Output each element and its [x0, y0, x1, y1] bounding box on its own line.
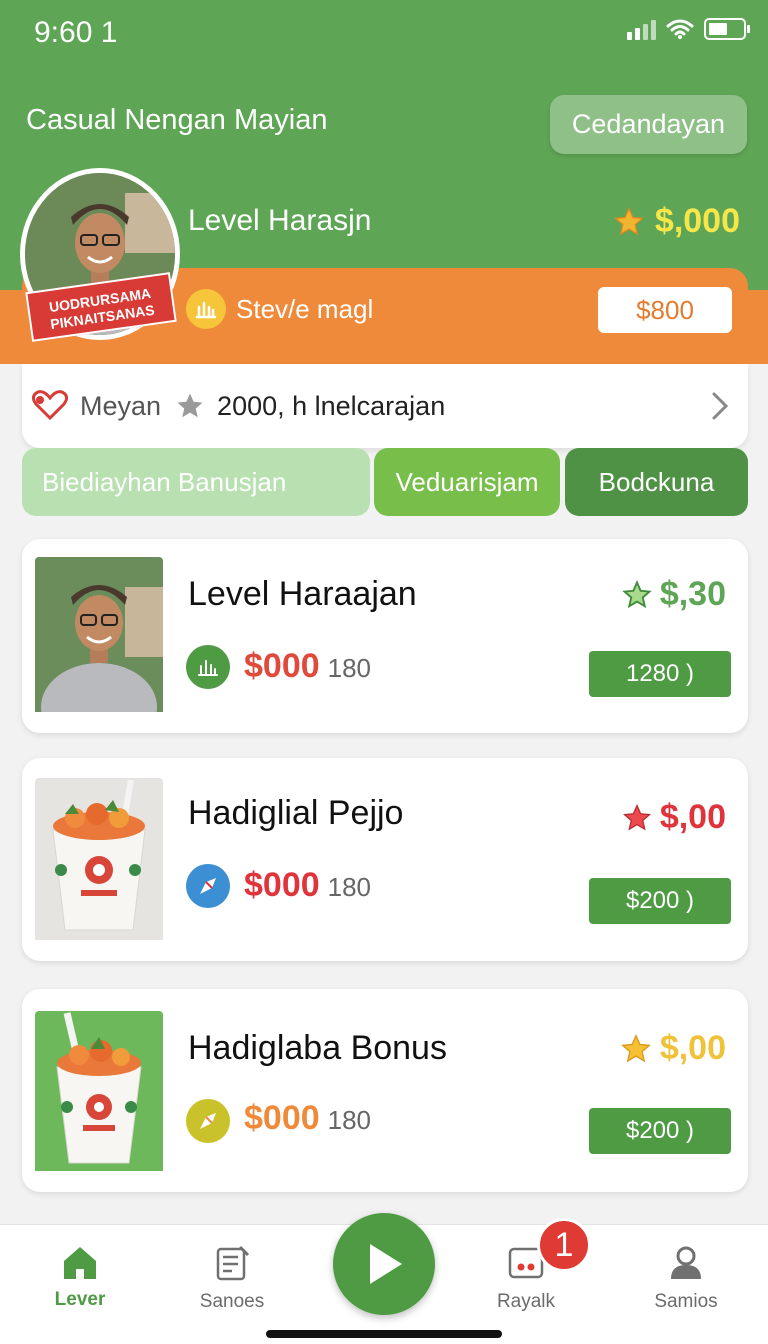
- coin-icon: [186, 289, 226, 329]
- card-qty: 180: [327, 872, 372, 902]
- nav-scores[interactable]: Sanoes: [172, 1243, 292, 1313]
- nav-account[interactable]: Samios: [626, 1243, 746, 1313]
- scores-icon: [216, 1245, 250, 1281]
- signal-icon: [627, 18, 656, 40]
- level-name: Level Harasjn: [188, 204, 372, 237]
- star-icon: [622, 803, 651, 831]
- strip-text: Stev/e magl: [236, 294, 374, 324]
- status-bar: 9:60 1: [0, 0, 768, 64]
- card-score-value: $,00: [659, 798, 726, 836]
- status-icons: [627, 18, 750, 40]
- play-button[interactable]: [333, 1213, 435, 1315]
- card-qty: 180: [327, 653, 372, 683]
- card-image: [35, 778, 163, 945]
- card-title: Level Haraajan: [188, 575, 417, 613]
- card-price: $000 180: [244, 1099, 371, 1138]
- card-score: $,00: [620, 1029, 726, 1068]
- rocket-icon: [186, 864, 230, 908]
- info-card[interactable]: Meyan 2000, h lnelcarajan: [22, 364, 748, 448]
- rocket-icon: [186, 1099, 230, 1143]
- list-item[interactable]: Hadiglial Pejjo $,00 $000 180 $200 ): [22, 758, 748, 961]
- info-label: Meyan: [80, 390, 162, 421]
- star-icon: [622, 579, 652, 608]
- home-indicator[interactable]: [266, 1330, 502, 1338]
- card-score: $,00: [622, 798, 726, 837]
- card-price-value: $000: [244, 866, 320, 904]
- card-image: [35, 1011, 163, 1176]
- chevron-right-icon[interactable]: [710, 390, 730, 422]
- strip-price-button[interactable]: $800: [598, 287, 732, 333]
- nav-rewards-label: Rayalk: [496, 1291, 556, 1312]
- list-item[interactable]: Level Haraajan $,30 $000 180 1280 ): [22, 539, 748, 733]
- nav-scores-label: Sanoes: [199, 1291, 265, 1312]
- home-icon: [64, 1247, 96, 1279]
- card-price-value: $000: [244, 647, 320, 685]
- card-score-value: $,00: [659, 1029, 726, 1067]
- nav-home-label: Lever: [54, 1289, 106, 1310]
- level-score: $,000: [613, 202, 740, 241]
- info-stat: 2000, h lnelcarajan: [217, 390, 446, 421]
- account-icon: [671, 1246, 701, 1279]
- tab-vedua[interactable]: Veduarisjam: [374, 448, 560, 516]
- play-icon: [370, 1244, 402, 1284]
- card-buy-button[interactable]: $200 ): [589, 878, 731, 924]
- card-qty: 180: [327, 1105, 372, 1135]
- card-image: [35, 557, 163, 717]
- list-item[interactable]: Hadiglaba Bonus $,00 $000 180 $200 ): [22, 989, 748, 1192]
- tab-bodckuna[interactable]: Bodckuna: [565, 448, 748, 516]
- status-time: 9:60 1: [34, 16, 118, 49]
- star-icon: [620, 1033, 651, 1062]
- card-price-value: $000: [244, 1099, 320, 1137]
- card-buy-button[interactable]: $200 ): [589, 1108, 731, 1154]
- notification-badge: 1: [537, 1218, 591, 1272]
- header-action-button[interactable]: Cedandayan: [550, 95, 747, 154]
- wifi-icon: [666, 19, 694, 39]
- nav-home[interactable]: Lever: [20, 1243, 140, 1311]
- card-title: Hadiglial Pejjo: [188, 794, 404, 832]
- card-score-value: $,30: [659, 575, 726, 613]
- tab-bar: Biediayhan Banusjan Veduarisjam Bodckuna: [22, 448, 748, 516]
- star-icon: [613, 206, 644, 235]
- heart-pin-icon: [31, 390, 69, 421]
- card-score: $,30: [622, 575, 726, 614]
- card-price: $000 180: [244, 866, 371, 905]
- battery-icon: [704, 18, 750, 40]
- card-buy-button[interactable]: 1280 ): [589, 651, 731, 697]
- card-title: Hadiglaba Bonus: [188, 1029, 447, 1067]
- level-score-value: $,000: [654, 202, 740, 240]
- star-icon: [177, 393, 203, 418]
- chart-icon: [186, 645, 230, 689]
- nav-account-label: Samios: [654, 1291, 718, 1312]
- tab-bonus[interactable]: Biediayhan Banusjan: [22, 448, 370, 516]
- page-title: Casual Nengan Mayian: [26, 104, 328, 136]
- card-price: $000 180: [244, 647, 371, 686]
